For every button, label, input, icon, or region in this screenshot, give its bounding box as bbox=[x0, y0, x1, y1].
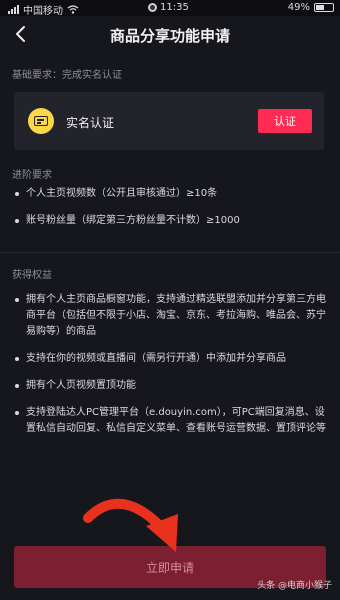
annotation-arrow-icon bbox=[83, 498, 178, 552]
bullet-icon bbox=[15, 219, 19, 223]
bullet-icon bbox=[15, 192, 19, 196]
bullet-icon bbox=[15, 411, 19, 415]
list-item-text: 支持登陆达人PC管理平台（e.douyin.com），可PC端回复消息、设置私信… bbox=[26, 407, 326, 434]
real-name-title: 实名认证 bbox=[66, 116, 115, 130]
status-bar: 中国移动 11:35 49% bbox=[0, 0, 340, 17]
list-item-text: 拥有个人主页商品橱窗功能，支持通过精选联盟添加并分享第三方电商平台（包括但不限于… bbox=[26, 294, 326, 337]
basic-requirement-label: 基础要求：完成实名认证 bbox=[12, 70, 122, 81]
list-item-text: 个人主页视频数（公开且审核通过）≥10条 bbox=[26, 188, 218, 199]
advanced-requirement-label: 进阶要求 bbox=[12, 170, 52, 181]
page-title: 商品分享功能申请 bbox=[109, 27, 230, 45]
list-item: 支持登陆达人PC管理平台（e.douyin.com），可PC端回复消息、设置私信… bbox=[14, 405, 330, 437]
list-item: 拥有个人主页商品橱窗功能，支持通过精选联盟添加并分享第三方电商平台（包括但不限于… bbox=[14, 292, 330, 340]
list-item: 账号粉丝量（绑定第三方粉丝量不计数）≥1000 bbox=[14, 213, 330, 229]
carrier-name: 中国移动 bbox=[23, 6, 63, 17]
bullet-icon bbox=[15, 357, 19, 361]
list-item: 支持在你的视频或直播间（需另行开通）中添加并分享商品 bbox=[14, 351, 330, 367]
benefits-list: 拥有个人主页商品橱窗功能，支持通过精选联盟添加并分享第三方电商平台（包括但不限于… bbox=[14, 292, 330, 448]
watermark-text: 头条 @电商小猴子 bbox=[257, 581, 332, 591]
signal-icon bbox=[8, 5, 19, 14]
status-right: 49% bbox=[288, 2, 334, 13]
bullet-icon bbox=[15, 384, 19, 388]
wifi-icon bbox=[67, 5, 79, 14]
clock-text: 11:35 bbox=[160, 2, 189, 13]
list-item: 拥有个人页视频置顶功能 bbox=[14, 378, 330, 394]
advanced-requirement-list: 个人主页视频数（公开且审核通过）≥10条 账号粉丝量（绑定第三方粉丝量不计数）≥… bbox=[14, 186, 330, 240]
real-name-card: 实名认证 认证 bbox=[14, 92, 324, 150]
battery-percent: 49% bbox=[287, 2, 310, 13]
list-item-text: 账号粉丝量（绑定第三方粉丝量不计数）≥1000 bbox=[26, 215, 240, 226]
nav-bar: 商品分享功能申请 bbox=[0, 16, 340, 54]
status-time: 11:35 bbox=[148, 2, 189, 13]
list-item: 个人主页视频数（公开且审核通过）≥10条 bbox=[14, 186, 330, 202]
section-divider bbox=[0, 252, 340, 253]
battery-fill bbox=[316, 5, 324, 10]
screen-record-icon bbox=[148, 3, 157, 12]
status-left: 中国移动 bbox=[8, 2, 79, 17]
verify-button[interactable]: 认证 bbox=[258, 109, 312, 133]
list-item-text: 拥有个人页视频置顶功能 bbox=[26, 380, 136, 391]
watermark: 头条 @电商小猴子 bbox=[257, 578, 332, 591]
id-card-icon bbox=[28, 108, 54, 134]
bullet-icon bbox=[15, 298, 19, 302]
benefits-label: 获得权益 bbox=[12, 270, 52, 281]
battery-icon bbox=[314, 3, 334, 12]
list-item-text: 支持在你的视频或直播间（需另行开通）中添加并分享商品 bbox=[26, 353, 286, 364]
